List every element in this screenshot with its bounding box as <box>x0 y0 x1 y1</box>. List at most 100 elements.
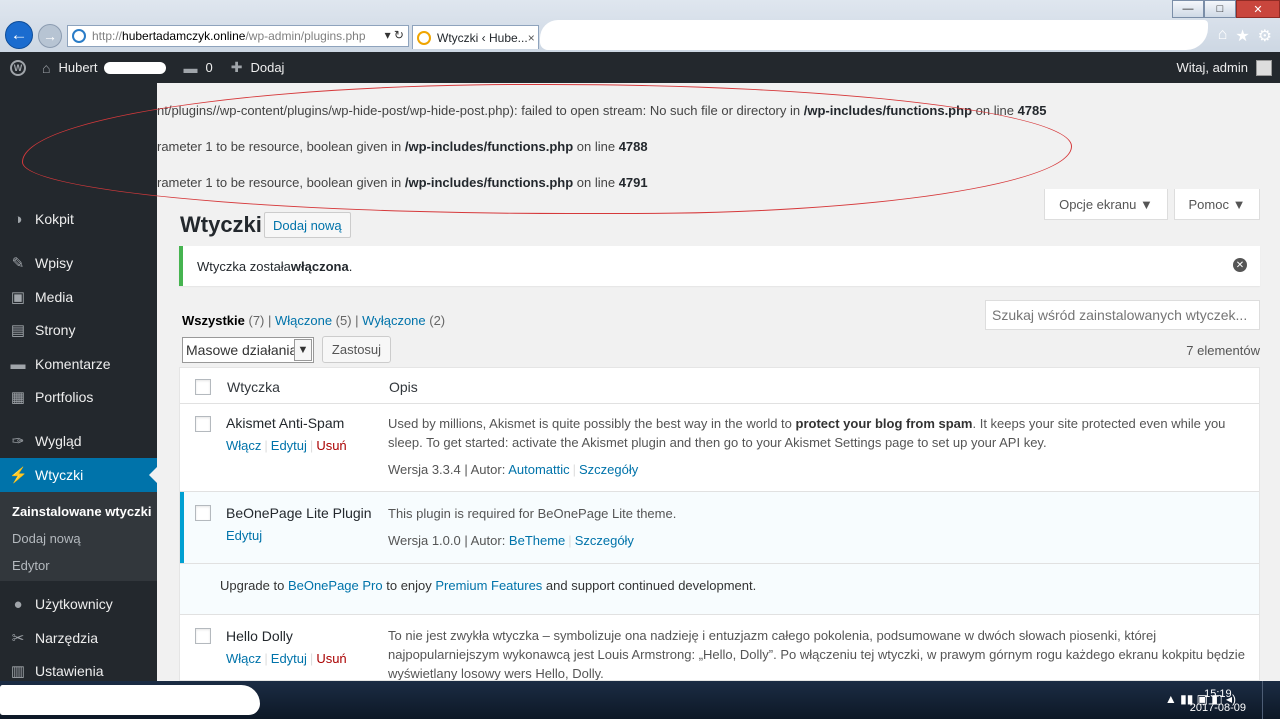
author-link[interactable]: Automattic <box>508 462 569 477</box>
avatar[interactable] <box>1256 59 1272 76</box>
users-icon: ● <box>13 595 23 613</box>
plugin-version: Wersja 1.0.0 | Autor: BeTheme | Szczegóły <box>388 533 634 548</box>
filter-active[interactable]: Włączone <box>275 313 332 328</box>
close-window-button[interactable]: ✕ <box>1236 0 1280 18</box>
sidebar-item-komentarze[interactable]: ▬ Komentarze <box>0 347 157 381</box>
browser-toolbar-icons: ⌂ ★ ⚙ <box>1218 26 1272 46</box>
table-row-active: BeOnePage Lite Plugin Edytuj This plugin… <box>180 492 1259 563</box>
apply-button[interactable]: Zastosuj <box>322 336 391 363</box>
column-header-plugin[interactable]: Wtyczka <box>227 379 280 395</box>
url-scheme: http:// <box>92 29 123 43</box>
browser-tab[interactable]: Wtyczki ‹ Hube... × <box>412 25 539 49</box>
dismiss-icon[interactable]: ✕ <box>1233 258 1247 272</box>
plugin-name: Hello Dolly <box>226 628 293 644</box>
sidebar-item-wyglad[interactable]: ✑ Wygląd <box>0 424 157 458</box>
show-desktop-button[interactable] <box>1262 681 1280 719</box>
plugin-status-filters: Wszystkie (7) | Włączone (5) | Wyłączone… <box>182 313 445 328</box>
submenu-add-new[interactable]: Dodaj nową <box>12 531 81 546</box>
plugin-description: This plugin is required for BeOnePage Li… <box>388 506 677 521</box>
new-content-link[interactable]: ✚ Dodaj <box>231 59 285 76</box>
plugin-name: Akismet Anti-Spam <box>226 415 345 431</box>
submenu-installed-plugins[interactable]: Zainstalowane wtyczki <box>12 504 151 519</box>
windows-taskbar: ▲ ▮▮ ▣ ◧ ◂) 15:19 2017-08-09 <box>0 681 1280 719</box>
filter-inactive[interactable]: Wyłączone <box>362 313 425 328</box>
sidebar-item-uzytkownicy[interactable]: ● Użytkownicy <box>0 587 157 621</box>
submenu-editor[interactable]: Edytor <box>12 558 50 573</box>
site-name-link[interactable]: ⌂ Hubert <box>42 60 166 76</box>
new-label: Dodaj <box>250 60 285 75</box>
back-button[interactable]: ← <box>5 21 33 49</box>
plugin-version: Wersja 3.3.4 | Autor: Automattic | Szczegó… <box>388 462 639 477</box>
delete-link[interactable]: Usuń <box>316 438 346 453</box>
row-actions: Włącz | Edytuj | Usuń <box>226 438 347 453</box>
filter-active-count: (5) <box>332 313 352 328</box>
address-controls[interactable]: ▾ ↻ <box>380 28 404 42</box>
brush-icon: ✑ <box>11 433 25 450</box>
notice-end: . <box>348 258 353 274</box>
comment-bubble-icon: ▬ <box>183 59 198 76</box>
redaction-mark <box>0 685 260 715</box>
plugin-description: To nie jest zwykła wtyczka – symbolizuje… <box>388 628 1245 681</box>
pin-icon: ✎ <box>11 255 25 272</box>
select-all-checkbox[interactable] <box>195 379 211 395</box>
forward-button[interactable]: → <box>38 24 62 48</box>
minimize-button[interactable]: — <box>1172 0 1204 18</box>
help-button[interactable]: Pomoc ▼ <box>1174 189 1260 220</box>
clock[interactable]: 15:19 2017-08-09 <box>1190 687 1246 715</box>
add-new-plugin-button[interactable]: Dodaj nową <box>264 212 351 238</box>
row-divider <box>180 614 1259 615</box>
sidebar-item-media[interactable]: ▣ Media <box>0 280 157 314</box>
page-icon <box>72 29 86 43</box>
chevron-down-icon: ▼ <box>294 339 312 361</box>
notice-bold: włączona <box>290 258 349 274</box>
wordpress-logo-icon[interactable]: W <box>10 59 26 76</box>
favorites-icon[interactable]: ★ <box>1235 26 1249 46</box>
window-controls: — □ ✕ <box>1172 0 1280 18</box>
activate-link[interactable]: Włącz <box>226 438 261 453</box>
tab-close-icon[interactable]: × <box>528 31 535 45</box>
tab-favicon-icon <box>417 30 431 45</box>
filter-separator: | <box>264 313 275 328</box>
edit-link[interactable]: Edytuj <box>271 651 307 666</box>
comments-link[interactable]: ▬ 0 <box>184 60 213 76</box>
details-link[interactable]: Szczegóły <box>575 533 634 548</box>
clock-time: 15:19 <box>1204 688 1232 700</box>
address-bar[interactable]: http://hubertadamczyk.online/wp-admin/pl… <box>67 25 409 47</box>
home-icon[interactable]: ⌂ <box>1218 26 1228 46</box>
activate-link[interactable]: Włącz <box>226 651 261 666</box>
page-title: Wtyczki <box>180 212 262 237</box>
plugin-search-input[interactable] <box>985 300 1260 330</box>
redaction-mark <box>103 61 166 74</box>
row-checkbox[interactable] <box>195 416 211 432</box>
bulk-actions-select[interactable]: Masowe działania ▼ <box>182 337 314 363</box>
row-checkbox[interactable] <box>195 505 211 521</box>
premium-features-link[interactable]: Premium Features <box>435 578 542 593</box>
edit-link[interactable]: Edytuj <box>226 528 262 543</box>
comments-count: 0 <box>205 60 213 75</box>
sidebar-item-label: Komentarze <box>35 356 111 372</box>
sidebar-item-kokpit[interactable]: ◑ Kokpit <box>0 202 157 236</box>
row-checkbox[interactable] <box>195 628 211 644</box>
sidebar-item-portfolios[interactable]: ▦ Portfolios <box>0 380 157 414</box>
filter-all-count: (7) <box>244 313 265 328</box>
sidebar-item-label: Portfolios <box>35 389 94 405</box>
maximize-button[interactable]: □ <box>1204 0 1236 18</box>
author-link[interactable]: BeTheme <box>509 533 565 548</box>
delete-link[interactable]: Usuń <box>316 651 346 666</box>
details-link[interactable]: Szczegóły <box>579 462 638 477</box>
settings-gear-icon[interactable]: ⚙ <box>1258 26 1272 46</box>
my-account-link[interactable]: Witaj, admin <box>1176 60 1248 75</box>
sidebar-item-wtyczki[interactable]: ⚡ Wtyczki <box>0 458 157 492</box>
edit-link[interactable]: Edytuj <box>271 438 307 453</box>
sidebar-item-label: Użytkownicy <box>35 596 113 612</box>
sidebar-item-strony[interactable]: ▤ Strony <box>0 313 157 347</box>
sidebar-item-wpisy[interactable]: ✎ Wpisy <box>0 246 157 280</box>
redaction-mark <box>540 20 1208 50</box>
tab-title: Wtyczki ‹ Hube... <box>437 30 528 45</box>
filter-all[interactable]: Wszystkie <box>182 313 245 328</box>
sidebar-item-narzedzia[interactable]: ✂ Narzędzia <box>0 621 157 655</box>
pro-link[interactable]: BeOnePage Pro <box>288 578 383 593</box>
browser-chrome: — □ ✕ ← → http://hubertadamczyk.online/w… <box>0 0 1280 52</box>
screen-options-button[interactable]: Opcje ekranu ▼ <box>1044 189 1168 220</box>
settings-icon: ▥ <box>10 663 26 680</box>
